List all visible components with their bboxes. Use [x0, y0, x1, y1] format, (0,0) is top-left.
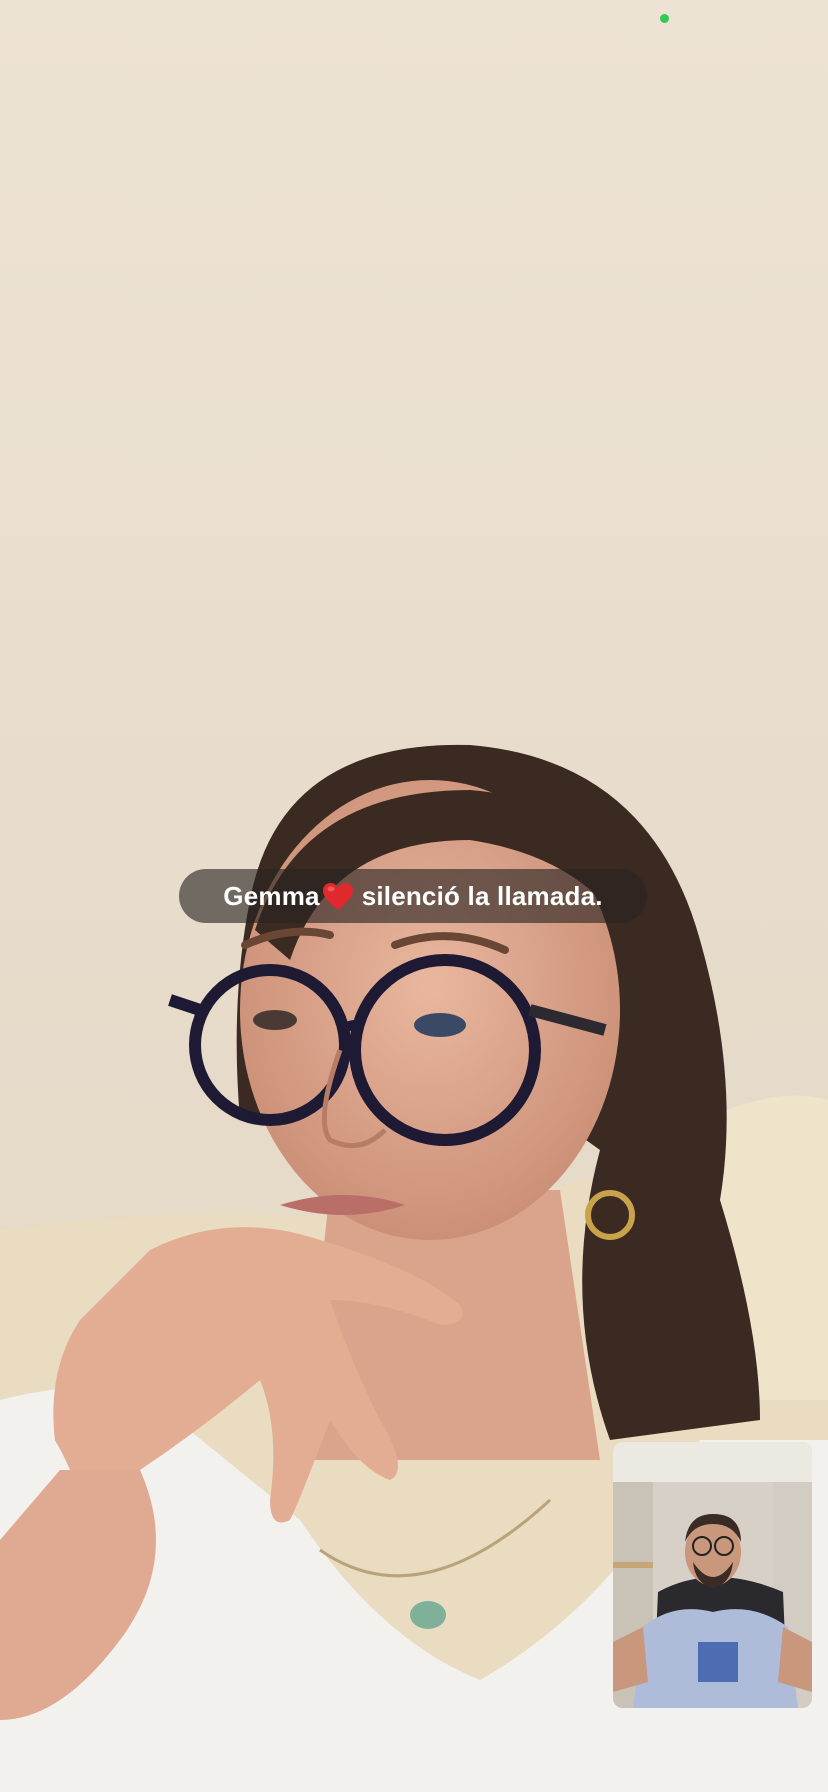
self-view-thumbnail[interactable] — [613, 1442, 812, 1708]
camera-in-use-indicator — [660, 14, 669, 23]
call-status-message: silenció la llamada. — [361, 880, 603, 911]
caller-name: Gemma — [223, 880, 320, 911]
facetime-call-screen: Gemma silenció la llamada. — [0, 0, 828, 1792]
self-camera-preview — [613, 1442, 812, 1708]
heart-emoji-icon — [322, 882, 354, 912]
call-status-banner: Gemma silenció la llamada. — [179, 869, 647, 923]
